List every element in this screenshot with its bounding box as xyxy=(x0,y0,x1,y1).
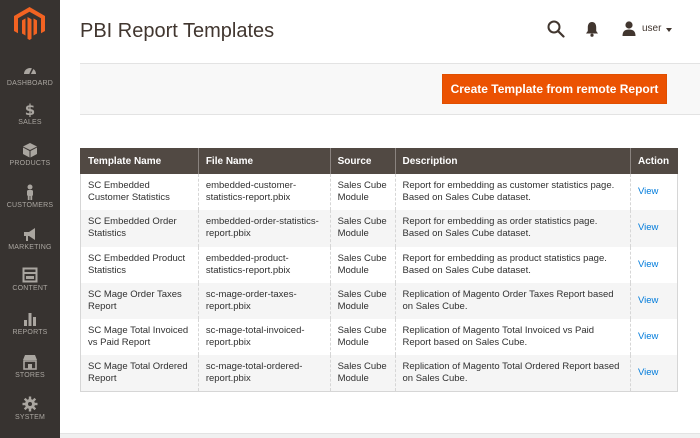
main-content: PBI Report Templates user Create Templat… xyxy=(60,0,700,438)
sidebar-item-dashboard[interactable]: DASHBOARD xyxy=(0,62,60,102)
view-link[interactable]: View xyxy=(638,367,658,378)
view-link[interactable]: View xyxy=(638,331,658,342)
box-icon xyxy=(23,143,37,158)
cell-file-name: embedded-product-statistics-report.pbix xyxy=(197,246,331,283)
cell-description: Report for embedding as customer statist… xyxy=(394,174,631,211)
column-header-template-name[interactable]: Template Name xyxy=(80,148,199,174)
dashboard-icon xyxy=(24,67,36,75)
sidebar-item-content[interactable]: CONTENT xyxy=(0,267,60,307)
sidebar-item-products[interactable]: PRODUCTS xyxy=(0,142,60,182)
sidebar-item-label: PRODUCTS xyxy=(9,160,51,167)
sidebar-item-label: STORES xyxy=(15,372,45,379)
page-footer-divider xyxy=(60,433,700,438)
cell-description: Report for embedding as order statistics… xyxy=(394,210,631,247)
user-name: user xyxy=(642,23,662,34)
cell-template-name: SC Mage Total Ordered Report xyxy=(80,355,199,393)
page-title: PBI Report Templates xyxy=(80,20,275,42)
column-header-action: Action xyxy=(629,148,678,174)
view-link[interactable]: View xyxy=(638,295,658,306)
table-row: SC Mage Order Taxes Report sc-mage-order… xyxy=(80,282,679,320)
storefront-icon xyxy=(23,355,37,370)
column-header-source[interactable]: Source xyxy=(329,148,396,174)
cell-file-name: sc-mage-total-ordered-report.pbix xyxy=(197,355,331,393)
cell-file-name: sc-mage-order-taxes-report.pbix xyxy=(197,282,331,320)
column-header-description[interactable]: Description xyxy=(394,148,631,174)
table-header-row: Template Name File Name Source Descripti… xyxy=(80,148,678,174)
cell-source: Sales Cube Module xyxy=(329,282,396,320)
search-icon[interactable] xyxy=(547,20,565,38)
cell-description: Report for embedding as product statisti… xyxy=(394,246,631,283)
svg-text:$: $ xyxy=(25,101,35,117)
cell-template-name: SC Embedded Order Statistics xyxy=(80,210,199,247)
cell-file-name: embedded-order-statistics-report.pbix xyxy=(197,210,331,247)
cell-action: View xyxy=(629,282,679,320)
cell-template-name: SC Mage Order Taxes Report xyxy=(80,282,199,320)
sidebar-item-label: SYSTEM xyxy=(15,414,45,421)
view-link[interactable]: View xyxy=(638,222,658,233)
sidebar-item-label: SALES xyxy=(18,119,42,126)
cell-action: View xyxy=(629,246,679,283)
cell-source: Sales Cube Module xyxy=(329,210,396,247)
bar-chart-icon xyxy=(24,313,36,326)
magento-logo-icon[interactable] xyxy=(14,7,45,40)
create-template-button[interactable]: Create Template from remote Report xyxy=(442,74,667,104)
sidebar-item-customers[interactable]: CUSTOMERS xyxy=(0,184,60,224)
admin-sidebar: DASHBOARD $ SALES PRODUCTS CUSTOMERS MAR… xyxy=(0,0,60,438)
cell-description: Replication of Magento Order Taxes Repor… xyxy=(394,282,631,320)
sidebar-item-label: REPORTS xyxy=(12,329,48,336)
cell-template-name: SC Embedded Customer Statistics xyxy=(80,174,199,211)
bell-icon[interactable] xyxy=(585,21,599,37)
table-row: SC Embedded Product Statistics embedded-… xyxy=(80,246,679,283)
chevron-down-icon xyxy=(666,28,672,32)
cell-source: Sales Cube Module xyxy=(329,319,396,356)
gear-icon xyxy=(22,396,38,412)
cell-template-name: SC Embedded Product Statistics xyxy=(80,246,199,283)
table-row: SC Mage Total Ordered Report sc-mage-tot… xyxy=(80,355,679,393)
cell-file-name: embedded-customer-statistics-report.pbix xyxy=(197,174,331,211)
cell-source: Sales Cube Module xyxy=(329,246,396,283)
cell-action: View xyxy=(629,210,679,247)
sidebar-item-label: DASHBOARD xyxy=(6,80,54,87)
cell-action: View xyxy=(629,174,679,211)
view-link[interactable]: View xyxy=(638,259,658,270)
sidebar-item-label: MARKETING xyxy=(8,244,52,251)
sidebar-item-stores[interactable]: STORES xyxy=(0,354,60,394)
cell-template-name: SC Mage Total Invoiced vs Paid Report xyxy=(80,319,199,356)
cell-action: View xyxy=(629,319,679,356)
dollar-icon: $ xyxy=(25,101,35,117)
sidebar-item-sales[interactable]: $ SALES xyxy=(0,101,60,141)
view-link[interactable]: View xyxy=(638,186,658,197)
cell-description: Replication of Magento Total Ordered Rep… xyxy=(394,355,631,393)
user-icon xyxy=(622,21,636,36)
column-header-file-name[interactable]: File Name xyxy=(197,148,331,174)
templates-table: Template Name File Name Source Descripti… xyxy=(80,148,679,393)
cell-description: Replication of Magento Total Invoiced vs… xyxy=(394,319,631,356)
sidebar-item-label: CUSTOMERS xyxy=(6,202,54,209)
table-row: SC Mage Total Invoiced vs Paid Report sc… xyxy=(80,319,679,356)
sidebar-item-label: CONTENT xyxy=(12,285,48,292)
cell-action: View xyxy=(629,355,679,393)
megaphone-icon xyxy=(24,228,35,241)
cell-file-name: sc-mage-total-invoiced-report.pbix xyxy=(197,319,331,356)
table-row: SC Embedded Customer Statistics embedded… xyxy=(80,174,679,211)
person-icon xyxy=(27,184,33,200)
sidebar-item-reports[interactable]: REPORTS xyxy=(0,311,60,351)
cell-source: Sales Cube Module xyxy=(329,174,396,211)
cell-source: Sales Cube Module xyxy=(329,355,396,393)
sidebar-item-marketing[interactable]: MARKETING xyxy=(0,226,60,266)
layout-icon xyxy=(22,267,38,283)
table-row: SC Embedded Order Statistics embedded-or… xyxy=(80,210,679,247)
sidebar-item-system[interactable]: SYSTEM xyxy=(0,396,60,436)
page-actions: Create Template from remote Report xyxy=(80,63,700,115)
